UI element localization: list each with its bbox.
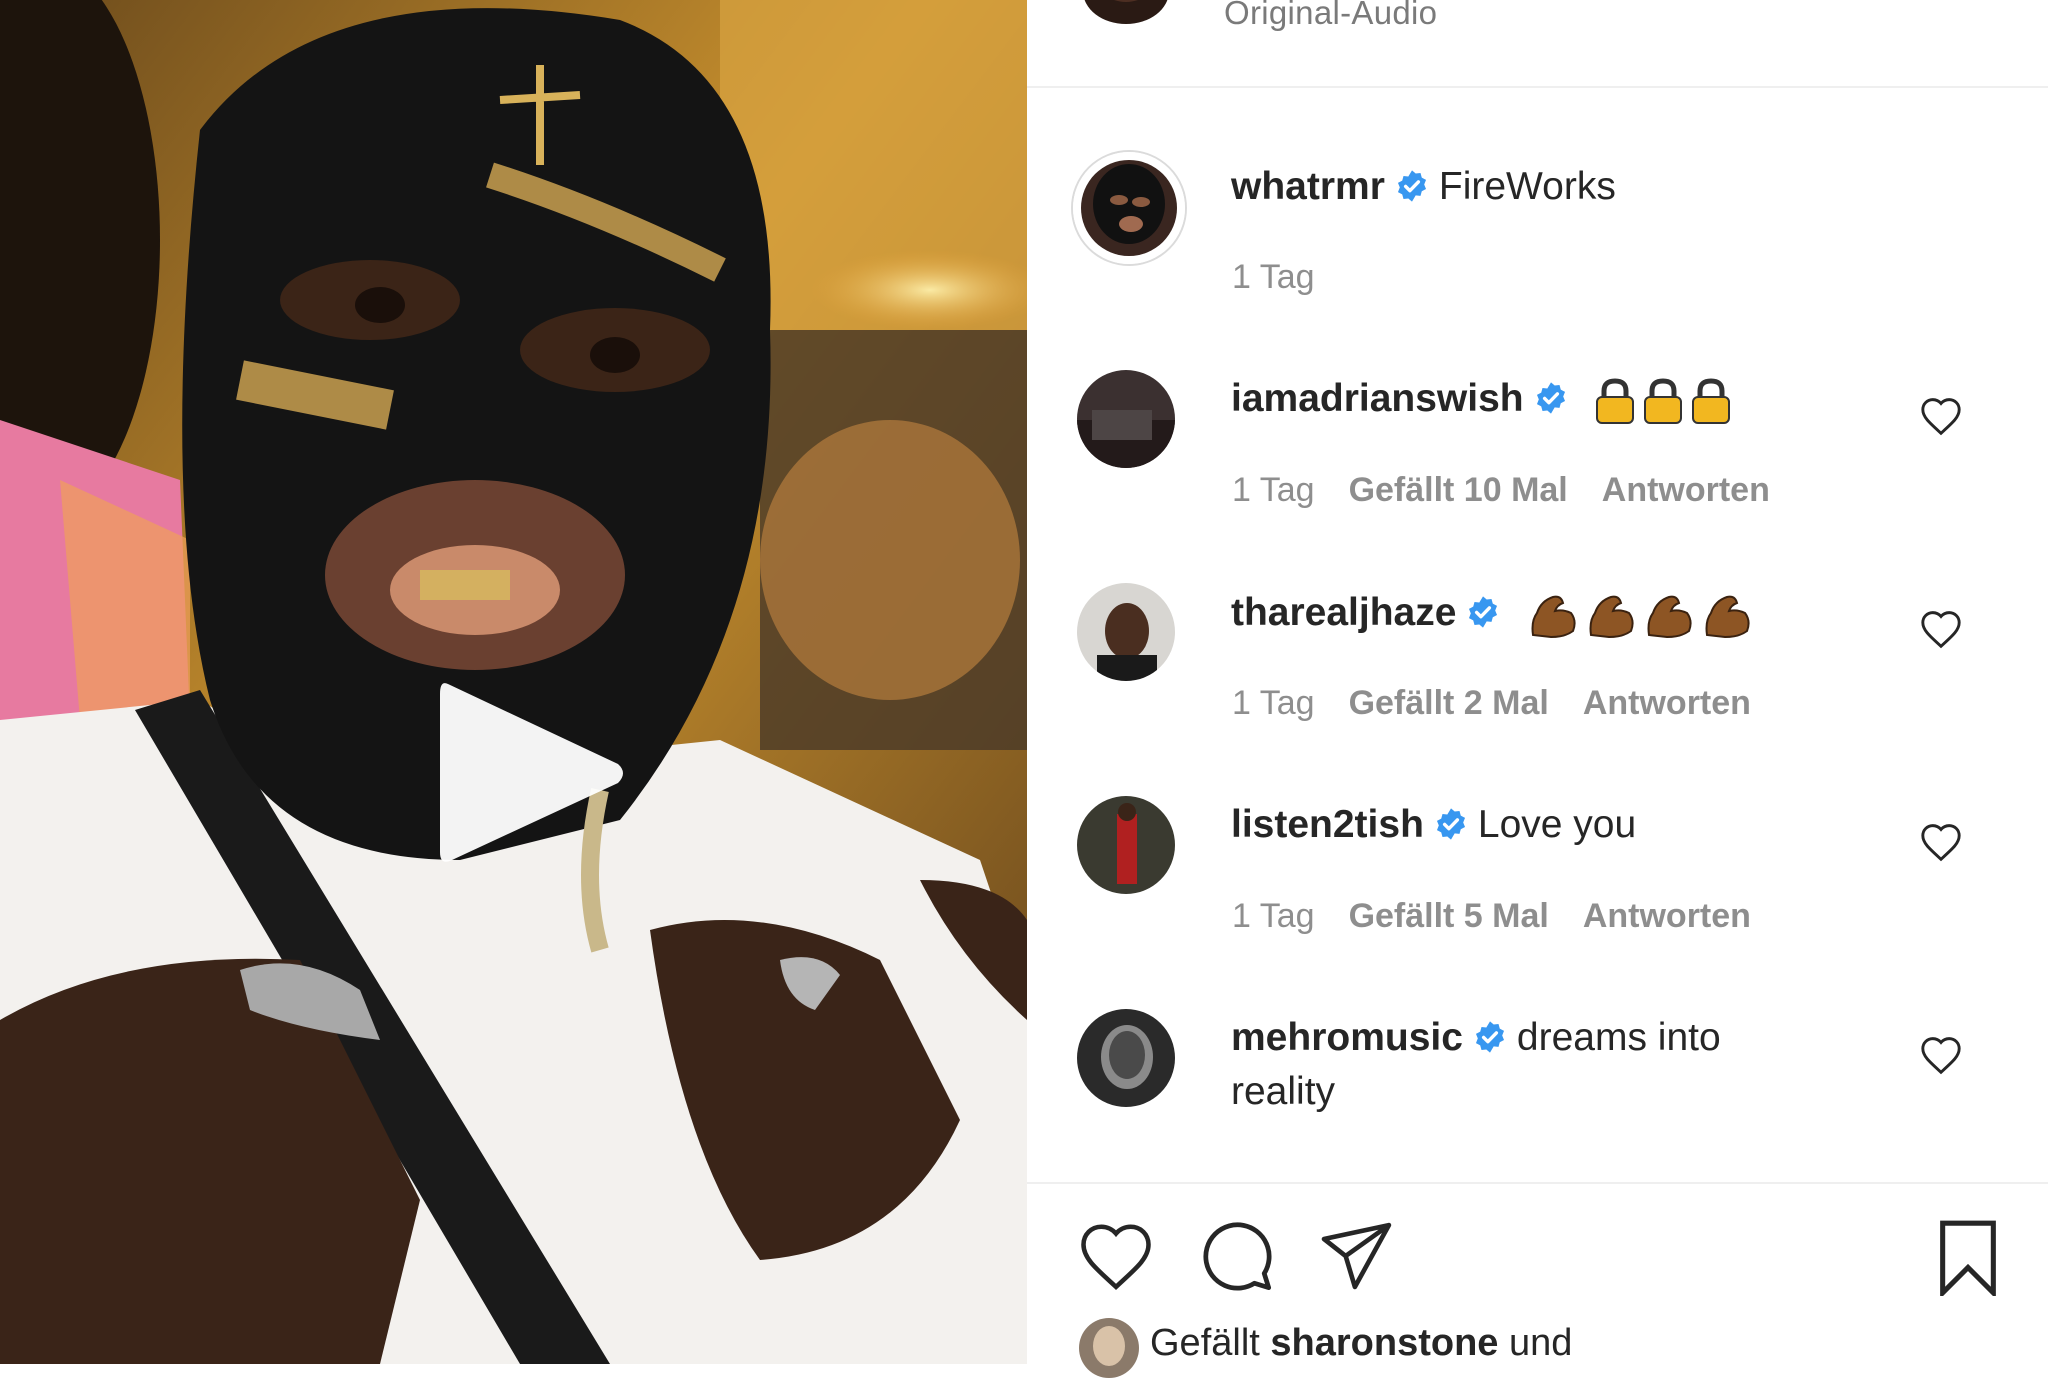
verified-badge-icon — [1397, 170, 1426, 202]
liked-by-suffix: und — [1509, 1322, 1573, 1364]
lock-icon — [1596, 378, 1635, 424]
caption-time[interactable]: 1 Tag — [1232, 258, 1315, 296]
audio-avatar[interactable] — [1083, 0, 1169, 24]
reply-button[interactable]: Antworten — [1583, 684, 1751, 722]
verified-badge-icon — [1475, 1021, 1504, 1053]
lock-icon — [1644, 378, 1683, 424]
avatar[interactable] — [1077, 796, 1175, 894]
avatar[interactable] — [1077, 583, 1175, 681]
comment-meta: 1 Tag Gefällt 5 Mal Antworten — [1232, 897, 1785, 936]
reply-button[interactable]: Antworten — [1583, 897, 1751, 935]
caption-meta: 1 Tag — [1232, 258, 1349, 297]
comment-body: reality — [1231, 1070, 1336, 1113]
comment-meta: 1 Tag Gefällt 2 Mal Antworten — [1232, 684, 1785, 723]
comment-username[interactable]: iamadrianswish — [1231, 377, 1524, 420]
comment-text: mehromusic dreams into reality — [1231, 1011, 1791, 1119]
heart-icon[interactable] — [1919, 396, 1963, 436]
heart-icon[interactable] — [1919, 822, 1963, 862]
play-icon[interactable] — [430, 676, 630, 870]
comment-likes[interactable]: Gefällt 10 Mal — [1349, 471, 1568, 509]
comment-text: iamadrianswish — [1231, 372, 1732, 426]
comment-username[interactable]: tharealjhaze — [1231, 591, 1456, 634]
flexed-biceps-icon — [1705, 595, 1750, 638]
send-icon[interactable] — [1320, 1222, 1396, 1290]
comment-meta: 1 Tag Gefällt 10 Mal Antworten — [1232, 471, 1804, 510]
header-divider — [1027, 86, 2048, 88]
verified-badge-icon — [1436, 808, 1465, 840]
bookmark-icon[interactable] — [1935, 1220, 2001, 1296]
heart-icon[interactable] — [1919, 609, 1963, 649]
comment-username[interactable]: listen2tish — [1231, 803, 1424, 846]
avatar[interactable] — [1077, 1009, 1175, 1107]
comment-time[interactable]: 1 Tag — [1232, 684, 1315, 722]
flexed-biceps-icon — [1589, 595, 1634, 638]
avatar[interactable] — [1071, 150, 1187, 266]
comment-text: tharealjhaze — [1231, 586, 1753, 640]
flexed-biceps-icon — [1531, 595, 1576, 638]
comment-likes[interactable]: Gefällt 5 Mal — [1349, 897, 1549, 935]
heart-icon[interactable] — [1919, 1035, 1963, 1075]
comment-time[interactable]: 1 Tag — [1232, 897, 1315, 935]
comment-likes[interactable]: Gefällt 2 Mal — [1349, 684, 1549, 722]
verified-badge-icon — [1536, 382, 1565, 414]
verified-badge-icon — [1469, 596, 1498, 628]
comment-icon[interactable] — [1199, 1218, 1275, 1294]
original-audio-link[interactable]: Original-Audio — [1224, 0, 1437, 32]
avatar[interactable] — [1077, 370, 1175, 468]
caption-text: whatrmr FireWorks — [1231, 160, 1616, 214]
liked-by-text: Gefällt sharonstone und — [1150, 1322, 1572, 1365]
lock-icon — [1692, 378, 1731, 424]
footer-divider — [1027, 1182, 2048, 1184]
comment-body: dreams into — [1516, 1016, 1721, 1059]
heart-icon[interactable] — [1077, 1220, 1155, 1292]
comment-username[interactable]: mehromusic — [1231, 1016, 1463, 1059]
comment-text: listen2tish Love you — [1231, 798, 1636, 852]
liked-by-prefix: Gefällt — [1150, 1322, 1260, 1364]
comment-body: Love you — [1477, 803, 1637, 846]
flexed-biceps-icon — [1647, 595, 1692, 638]
caption-body: FireWorks — [1438, 165, 1616, 208]
video-player[interactable] — [0, 0, 1027, 1364]
comment-time[interactable]: 1 Tag — [1232, 471, 1315, 509]
liked-by-user[interactable]: sharonstone — [1270, 1322, 1498, 1364]
caption-username[interactable]: whatrmr — [1231, 165, 1385, 208]
comments-panel: Original-Audio whatrmr FireWorks 1 Tag ia… — [1027, 0, 2048, 1378]
avatar[interactable] — [1079, 1318, 1139, 1378]
reply-button[interactable]: Antworten — [1602, 471, 1770, 509]
